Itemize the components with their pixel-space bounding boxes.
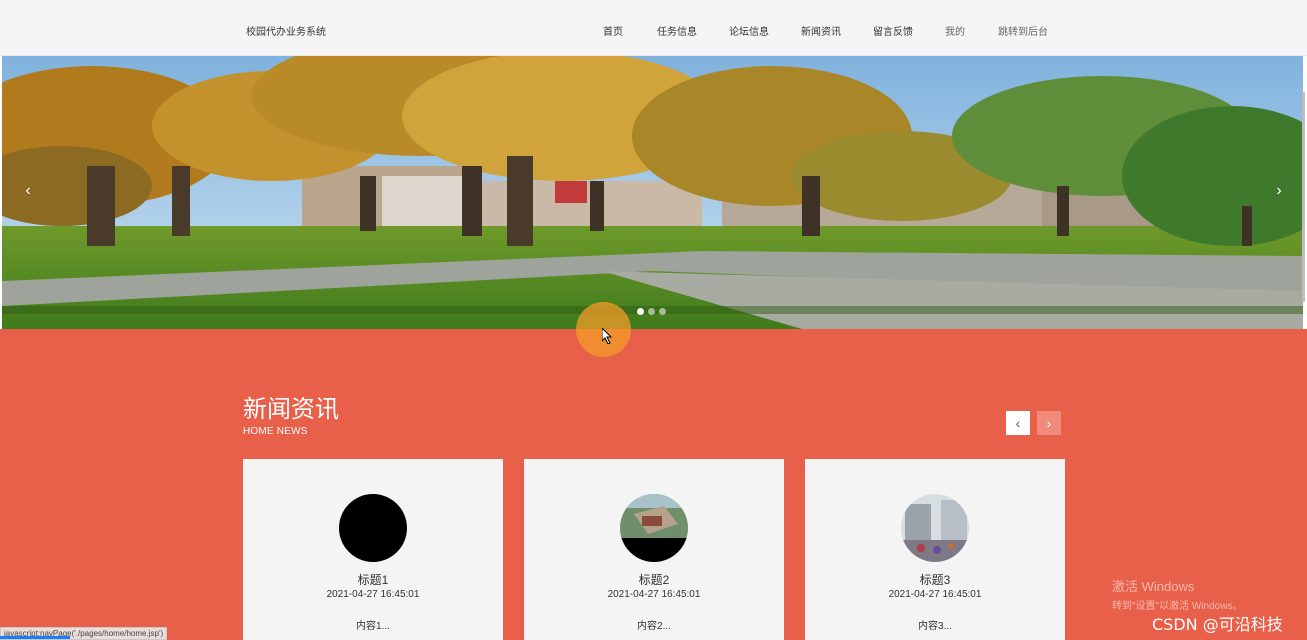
news-card-time: 2021-04-27 16:45:01 [326,589,420,600]
carousel-dot-3[interactable] [659,308,666,315]
carousel-dot-2[interactable] [648,308,655,315]
news-next-button[interactable]: › [1037,411,1061,435]
news-card-title: 标题2 [638,573,670,587]
carousel-next-icon[interactable]: › [1269,181,1289,201]
nav-admin[interactable]: 跳转到后台 [998,23,1048,38]
csdn-watermark: CSDN @可沿科技 [1152,615,1283,634]
news-card-time: 2021-04-27 16:45:01 [888,589,982,600]
news-thumbnail [620,494,688,562]
banner-carousel: ‹ › [2,56,1303,329]
windows-activation-notice: 激活 Windows 转到"设置"以激活 Windows。 [1112,576,1242,612]
news-thumbnail [339,494,407,562]
nav-tasks[interactable]: 任务信息 [657,23,697,38]
activation-hint: 转到"设置"以激活 Windows。 [1112,601,1243,612]
nav-mine[interactable]: 我的 [945,23,965,38]
news-card-content: 内容2... [637,621,671,632]
news-card-title: 标题1 [357,573,389,587]
news-card-title: 标题3 [919,573,951,587]
news-prev-button[interactable]: ‹ [1006,411,1030,435]
news-section: 新闻资讯 HOME NEWS ‹ › 标题1 2021-04-27 16:45:… [0,329,1307,640]
nav-feedback[interactable]: 留言反馈 [873,23,913,38]
page-scrollbar[interactable] [1302,92,1305,302]
nav-news[interactable]: 新闻资讯 [801,23,841,38]
news-card-time: 2021-04-27 16:45:01 [607,589,701,600]
news-card[interactable]: 标题3 2021-04-27 16:45:01 内容3... [805,459,1065,640]
activation-title: 激活 Windows [1112,579,1195,594]
news-subheading: HOME NEWS [243,426,308,437]
nav-home[interactable]: 首页 [603,23,623,38]
mouse-cursor-icon [602,328,613,344]
carousel-dot-1[interactable] [637,308,644,315]
news-card[interactable]: 标题2 2021-04-27 16:45:01 内容2... [524,459,784,640]
news-card[interactable]: 标题1 2021-04-27 16:45:01 内容1... [243,459,503,640]
news-card-content: 内容1... [356,621,390,632]
nav-forum[interactable]: 论坛信息 [729,23,769,38]
top-header: 校园代办业务系统 首页 任务信息 论坛信息 新闻资讯 留言反馈 我的 跳转到后台 [0,0,1307,56]
main-nav: 首页 任务信息 论坛信息 新闻资讯 留言反馈 我的 跳转到后台 [0,0,1307,56]
loading-progress-bar [0,636,70,639]
news-heading: 新闻资讯 [243,395,339,423]
news-thumbnail [901,494,969,562]
carousel-prev-icon[interactable]: ‹ [18,181,38,201]
campus-trees-photo [2,56,1303,329]
news-card-content: 内容3... [918,621,952,632]
